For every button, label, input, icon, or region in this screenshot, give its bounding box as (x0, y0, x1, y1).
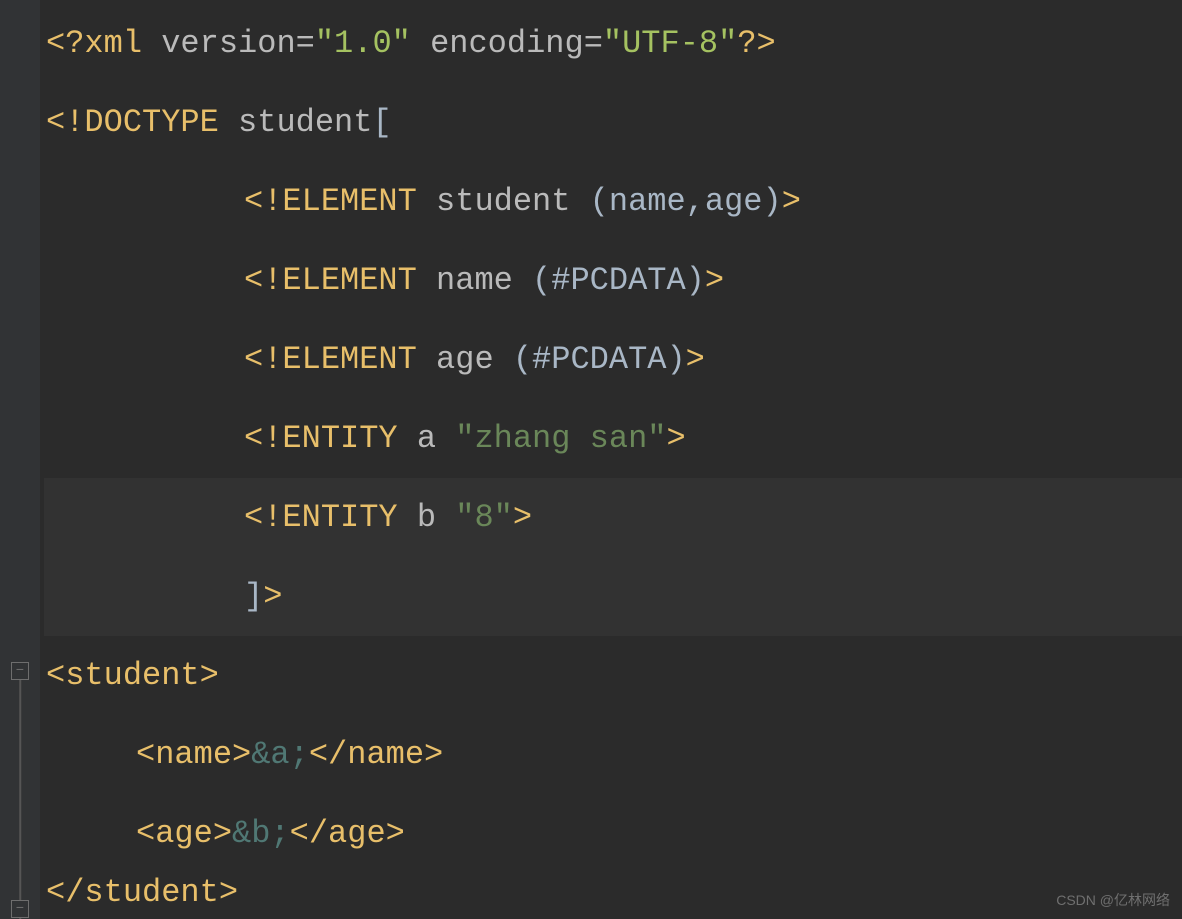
doctype-open: <! (46, 97, 84, 148)
tag-close: > (424, 729, 443, 780)
equals: = (296, 18, 315, 69)
tag-open: < (136, 808, 155, 859)
tag-close: > (386, 808, 405, 859)
code-line-3: <!ELEMENT student (name,age)> (44, 162, 1182, 241)
code-line-5: <!ELEMENT age (#PCDATA)> (44, 320, 1182, 399)
code-editor: − − <?xml version="1.0" encoding="UTF-8"… (0, 0, 1182, 919)
tag-open-end: </ (290, 808, 328, 859)
code-line-2: <!DOCTYPE student[ (44, 83, 1182, 162)
tag-open: < (136, 729, 155, 780)
doctype-keyword: DOCTYPE (84, 97, 218, 148)
code-line-9: <student> (44, 636, 1182, 715)
space (398, 413, 417, 464)
entity-keyword: ENTITY (282, 413, 397, 464)
attr-version: version (161, 18, 295, 69)
space (417, 176, 436, 227)
element-name: name (436, 255, 513, 306)
element-close: > (686, 334, 705, 385)
entity-ref-a: &a; (251, 729, 309, 780)
watermark: CSDN @亿林网络 (1056, 889, 1170, 911)
element-content: (#PCDATA) (532, 255, 705, 306)
element-open: <! (244, 255, 282, 306)
code-line-1: <?xml version="1.0" encoding="UTF-8"?> (44, 4, 1182, 83)
tag-student: student (84, 867, 218, 918)
space (219, 97, 238, 148)
element-keyword: ELEMENT (282, 334, 416, 385)
entity-value: "zhang san" (455, 413, 666, 464)
element-keyword: ELEMENT (282, 176, 416, 227)
tag-close: > (200, 650, 219, 701)
code-line-12: </student> (44, 873, 1182, 913)
element-name: student (436, 176, 570, 227)
tag-age-element: age (155, 808, 213, 859)
element-close: > (782, 176, 801, 227)
space (494, 334, 513, 385)
space (417, 334, 436, 385)
space (398, 492, 417, 543)
doctype-bracket: [ (372, 97, 391, 148)
entity-name: a (417, 413, 436, 464)
tag-open-end: </ (309, 729, 347, 780)
code-area[interactable]: <?xml version="1.0" encoding="UTF-8"?> <… (40, 0, 1182, 919)
space (411, 18, 430, 69)
equals: = (584, 18, 603, 69)
entity-value: "8" (455, 492, 513, 543)
xml-decl-close: ?> (737, 18, 775, 69)
code-line-8-current: ]> (44, 557, 1182, 636)
xml-decl-tag: xml (84, 18, 142, 69)
element-content: (#PCDATA) (513, 334, 686, 385)
tag-close: > (213, 808, 232, 859)
fold-toggle-open[interactable]: − (11, 662, 29, 680)
entity-open: <! (244, 492, 282, 543)
space (417, 255, 436, 306)
doctype-close: > (263, 571, 282, 622)
tag-close: > (232, 729, 251, 780)
tag-name-element: name (347, 729, 424, 780)
fold-toggle-close[interactable]: − (11, 900, 29, 918)
tag-close: > (219, 867, 238, 918)
space (142, 18, 161, 69)
element-close: > (705, 255, 724, 306)
attr-value-encoding: "UTF-8" (603, 18, 737, 69)
element-open: <! (244, 334, 282, 385)
editor-gutter: − − (0, 0, 40, 919)
entity-close: > (513, 492, 532, 543)
doctype-name: student (238, 97, 372, 148)
space (436, 492, 455, 543)
tag-open-end: </ (46, 867, 84, 918)
element-keyword: ELEMENT (282, 255, 416, 306)
fold-line (19, 670, 21, 919)
entity-keyword: ENTITY (282, 492, 397, 543)
element-name: age (436, 334, 494, 385)
code-line-7: <!ENTITY b "8"> (44, 478, 1182, 557)
entity-open: <! (244, 413, 282, 464)
entity-name: b (417, 492, 436, 543)
code-line-10: <name>&a;</name> (44, 715, 1182, 794)
tag-open: < (46, 650, 65, 701)
tag-student: student (65, 650, 199, 701)
attr-value-version: "1.0" (315, 18, 411, 69)
entity-ref-b: &b; (232, 808, 290, 859)
code-line-11: <age>&b;</age> (44, 794, 1182, 873)
space (436, 413, 455, 464)
code-line-4: <!ELEMENT name (#PCDATA)> (44, 241, 1182, 320)
attr-encoding: encoding (430, 18, 584, 69)
code-line-6: <!ENTITY a "zhang san"> (44, 399, 1182, 478)
space (513, 255, 532, 306)
space (570, 176, 589, 227)
doctype-bracket-close: ] (244, 571, 263, 622)
tag-age-element: age (328, 808, 386, 859)
element-open: <! (244, 176, 282, 227)
element-content: (name,age) (590, 176, 782, 227)
tag-name-element: name (155, 729, 232, 780)
entity-close: > (666, 413, 685, 464)
xml-decl-open: <? (46, 18, 84, 69)
